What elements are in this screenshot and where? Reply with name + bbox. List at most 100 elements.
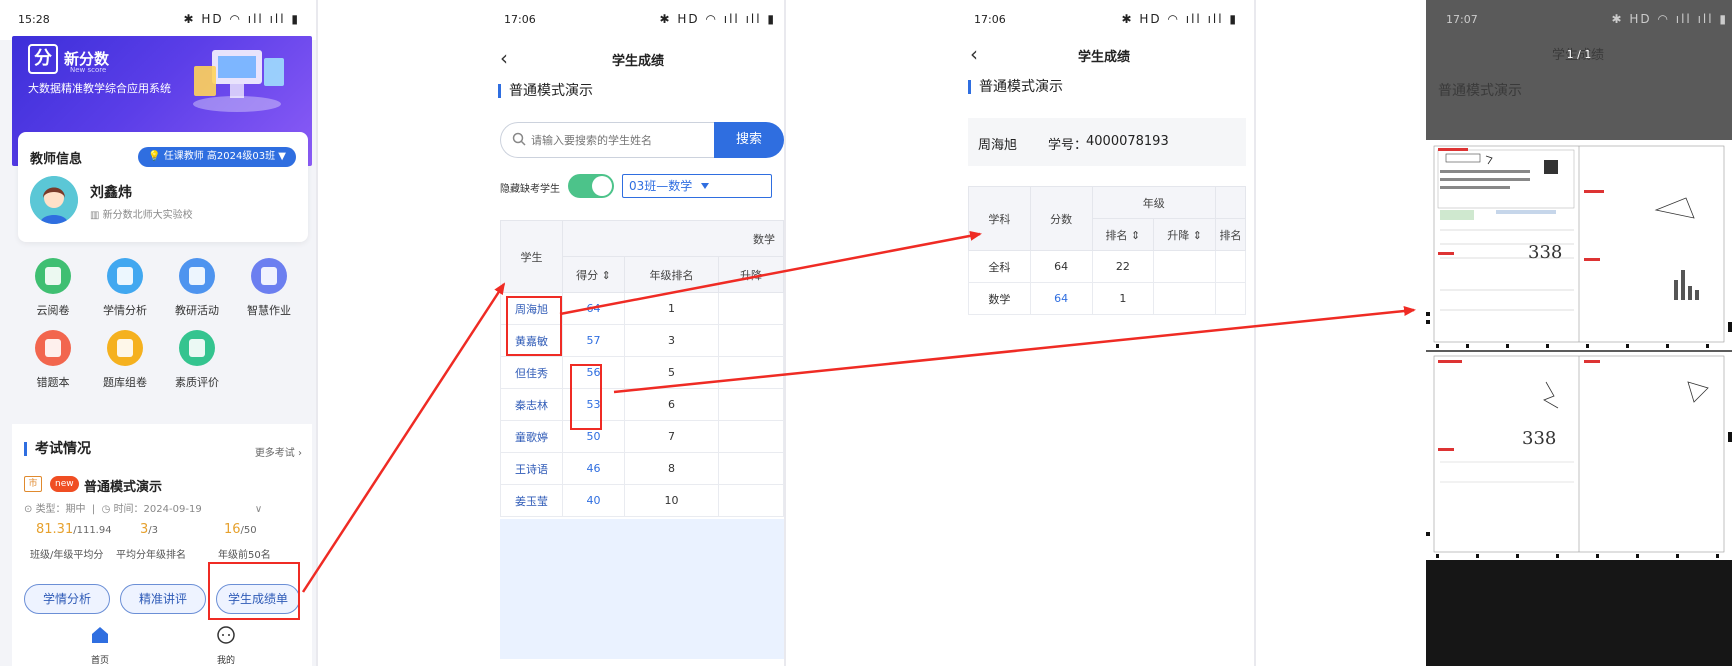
page-title: 学生成绩 (1077, 50, 1130, 65)
learning-analysis-button[interactable]: 学情分析 (24, 584, 110, 614)
feature-cloud-marking[interactable]: 云阅卷 (18, 258, 88, 318)
stat-total: /111.94 (73, 525, 112, 536)
rank-change (718, 484, 784, 517)
class-subject-select[interactable]: 03班—数学 (622, 174, 772, 198)
stat-average: 81.31/111.94 (36, 522, 112, 537)
handwritten-score: 338 (1528, 242, 1562, 263)
subject-name: 全科 (968, 250, 1031, 283)
col-change[interactable]: 升降 ⇕ (1153, 218, 1217, 251)
teacher-role-selector[interactable]: 💡 任课教师 高2024级03班 ▼ (138, 147, 296, 167)
chevron-down-icon (701, 183, 709, 189)
banner-tagline: 大数据精准教学综合应用系统 (28, 82, 171, 95)
status-time: 17:06 (974, 13, 1006, 26)
feature-label: 题库组卷 (103, 376, 147, 389)
stat-value: 16 (224, 522, 241, 537)
screen-student-detail: 17:06 ✱ HD ◠ ıll ıll ▮ ‹ 学生成绩 普通模式演示 周海旭… (962, 0, 1246, 666)
precise-review-button[interactable]: 精准讲评 (120, 584, 206, 614)
col-change: 升降 (718, 256, 784, 293)
tab-home[interactable]: 首页 (70, 626, 130, 666)
status-bar: 17:06 ✱ HD ◠ ıll ıll ▮ (962, 0, 1246, 40)
stat-total: /3 (148, 525, 159, 536)
answer-sheet-page-1[interactable]: 338 (1426, 140, 1732, 350)
student-score[interactable]: 57 (562, 324, 625, 357)
screen-answer-sheet-viewer: 17:07 ✱ HD ◠ ıll ıll ▮ 学生成绩 普通模式演示 1 / 1… (1426, 0, 1732, 666)
feature-mistake-book[interactable]: 错题本 (18, 330, 88, 390)
student-score[interactable]: 40 (562, 484, 625, 517)
status-bar: 15:28 ✱ HD ◠ ıll ıll ▮ (0, 0, 316, 40)
student-name[interactable]: 童歌婷 (500, 420, 563, 453)
hide-absent-label: 隐藏缺考学生 (500, 184, 560, 195)
feature-label: 智慧作业 (247, 304, 291, 317)
profile-icon (217, 626, 235, 644)
student-name[interactable]: 但佳秀 (500, 356, 563, 389)
feature-label: 云阅卷 (36, 304, 70, 317)
more-exams-link[interactable]: 更多考试 › (255, 444, 302, 459)
col-rank2: 排名 (1215, 218, 1246, 251)
feature-smart-homework[interactable]: 智慧作业 (234, 258, 304, 318)
rank-change (718, 420, 784, 453)
col-student: 学生 (500, 220, 563, 293)
screen-teacher-home: 15:28 ✱ HD ◠ ıll ıll ▮ 分 新分数 New score 大… (0, 0, 316, 666)
feature-quality-eval[interactable]: 素质评价 (162, 330, 232, 390)
feature-label: 错题本 (36, 376, 70, 389)
stat-label: 平均分年级排名 (116, 550, 186, 561)
table-row[interactable]: 王诗语 46 8 (500, 452, 784, 485)
subject-rank: 1 (1091, 282, 1155, 315)
teacher-name: 刘鑫炜 (90, 185, 132, 201)
research-icon (179, 258, 215, 294)
student-score[interactable]: 46 (562, 452, 625, 485)
avatar (30, 176, 78, 224)
search-button[interactable]: 搜索 (714, 122, 784, 158)
rank-change (1153, 250, 1217, 283)
table-row[interactable]: 童歌婷 50 7 (500, 420, 784, 453)
search-input[interactable] (500, 122, 714, 158)
col-rank[interactable]: 排名 ⇕ (1091, 218, 1155, 251)
subject-rank: 22 (1091, 250, 1155, 283)
table-row[interactable]: 但佳秀 56 5 (500, 356, 784, 389)
clock-icon: ◷ (101, 504, 114, 515)
dimmed-background: 17:07 ✱ HD ◠ ıll ıll ▮ 学生成绩 普通模式演示 (1426, 0, 1732, 140)
student-name[interactable]: 秦志林 (500, 388, 563, 421)
answer-sheet-page-2[interactable]: 338 (1426, 352, 1732, 560)
chevron-down-icon[interactable]: ∨ (255, 504, 262, 515)
feature-label: 学情分析 (103, 304, 147, 317)
table-row[interactable]: 秦志林 53 6 (500, 388, 784, 421)
grade-rank: 8 (624, 452, 719, 485)
city-badge: 市 (24, 476, 42, 492)
grade-rank: 3 (624, 324, 719, 357)
rank-change (718, 388, 784, 421)
status-bar: 17:06 ✱ HD ◠ ıll ıll ▮ (492, 0, 784, 40)
grade-rank: 1 (624, 292, 719, 325)
subject-score[interactable]: 64 (1029, 282, 1093, 315)
student-name[interactable]: 王诗语 (500, 452, 563, 485)
teacher-school-label: 新分数北师大实验校 (102, 210, 193, 221)
subject-score: 64 (1029, 250, 1093, 283)
subject-name: 数学 (968, 282, 1031, 315)
teacher-info-card: 教师信息 💡 任课教师 高2024级03班 ▼ 刘鑫炜 ▥ 新分数北师大实验校 (18, 132, 308, 242)
feature-research[interactable]: 教研活动 (162, 258, 232, 318)
feature-learning-analysis[interactable]: 学情分析 (90, 258, 160, 318)
select-value: 03班—数学 (629, 179, 693, 193)
homework-icon (251, 258, 287, 294)
score-table: 学生 数学 得分 ⇕ 年级排名 升降 周海旭 64 1 黄嘉敏 57 3 但佳秀… (500, 220, 784, 517)
tab-mine[interactable]: 我的 (196, 626, 256, 666)
type-icon: ⊙ (24, 504, 36, 515)
feature-question-bank[interactable]: 题库组卷 (90, 330, 160, 390)
col-extra (1215, 186, 1246, 219)
exam-time: 时间：2024-09-19 (113, 504, 202, 515)
stat-value: 81.31 (36, 522, 74, 537)
student-id: 4000078193 (1086, 134, 1169, 149)
stat-top50: 16/50 (224, 522, 257, 537)
hide-absent-toggle[interactable] (568, 174, 614, 198)
status-icons: ✱ HD ◠ ıll ıll ▮ (1121, 12, 1238, 26)
student-name[interactable]: 姜玉莹 (500, 484, 563, 517)
exam-meta: ⊙ 类型：期中 | ◷ 时间：2024-09-19 ∨ (24, 500, 262, 515)
chart-icon (107, 258, 143, 294)
bottom-tab-bar: 首页 我的 (12, 620, 312, 666)
exam-name[interactable]: 普通模式演示 (84, 476, 162, 495)
student-score[interactable]: 64 (562, 292, 625, 325)
table-row[interactable]: 姜玉莹 40 10 (500, 484, 784, 517)
col-score[interactable]: 得分 ⇕ (562, 256, 625, 293)
quality-eval-icon (179, 330, 215, 366)
col-grade-rank: 年级排名 (624, 256, 719, 293)
